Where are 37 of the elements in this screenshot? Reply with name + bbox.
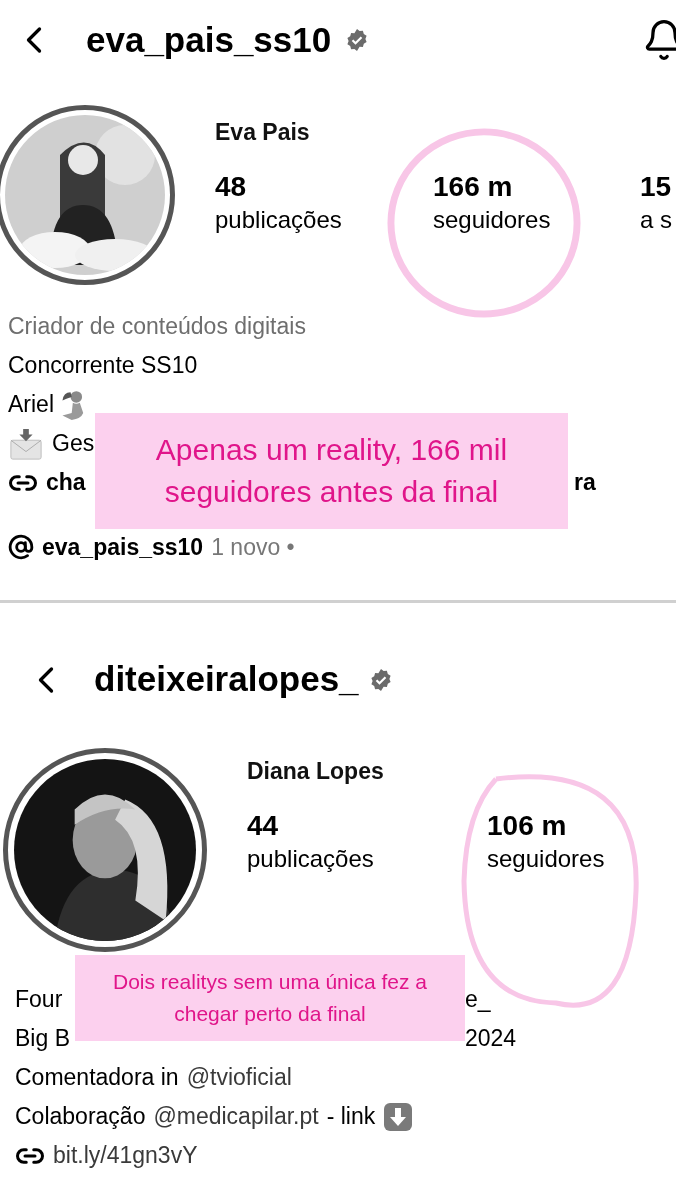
bio-text: Ges [52,429,95,459]
stat-value: 44 [247,808,280,843]
stat-label: seguidores [487,843,606,874]
bio-link-text[interactable]: cha [46,465,86,500]
stat-value: 106 m [487,808,568,843]
mention-link[interactable]: bit.ly/41gn3vY [53,1138,198,1173]
username-title: eva_pais_ss10 [86,18,332,61]
display-name: Diana Lopes [247,757,385,786]
annotation-note: Dois realitys sem uma única fez a chegar perto da final [75,955,465,1041]
mention-link[interactable]: @tvioficial [186,1060,292,1095]
bio-text: Big B [15,1024,70,1054]
mermaid-icon [62,389,86,420]
stat-label: seguidores [433,204,552,235]
username-title: diteixeiralopes_ [94,658,359,701]
annotation-note: Apenas um reality, 166 mil seguidores antes da final [95,413,568,529]
mention-link[interactable]: @medicapilar.pt [153,1099,319,1134]
new-posts-label: 1 novo • [211,533,295,562]
bio-text: Comentadora in [15,1063,179,1093]
bio-text: Four [15,985,63,1015]
bio-text: Concorrente SS10 [8,351,198,381]
bio-text: 2024 [465,1024,517,1054]
category-text: Criador de conteúdos digitais [8,312,306,342]
stat-value: 15 [640,169,673,204]
bio-text: e_ [465,985,491,1015]
threads-handle[interactable]: eva_pais_ss10 [42,530,204,565]
threads-icon[interactable] [8,534,34,561]
bio-text: - link [326,1102,376,1132]
stat-label: publicações [215,204,343,235]
envelope-icon [8,426,44,461]
stat-value: 166 m [433,169,514,204]
bio-text: Colaboração [15,1102,146,1132]
stat-label: publicações [247,843,375,874]
stat-value: 48 [215,169,248,204]
bio-link-text[interactable]: ra [574,465,596,500]
stat-label: a s [640,204,673,235]
bio-text: Ariel [8,390,54,420]
display-name: Eva Pais [215,118,311,147]
